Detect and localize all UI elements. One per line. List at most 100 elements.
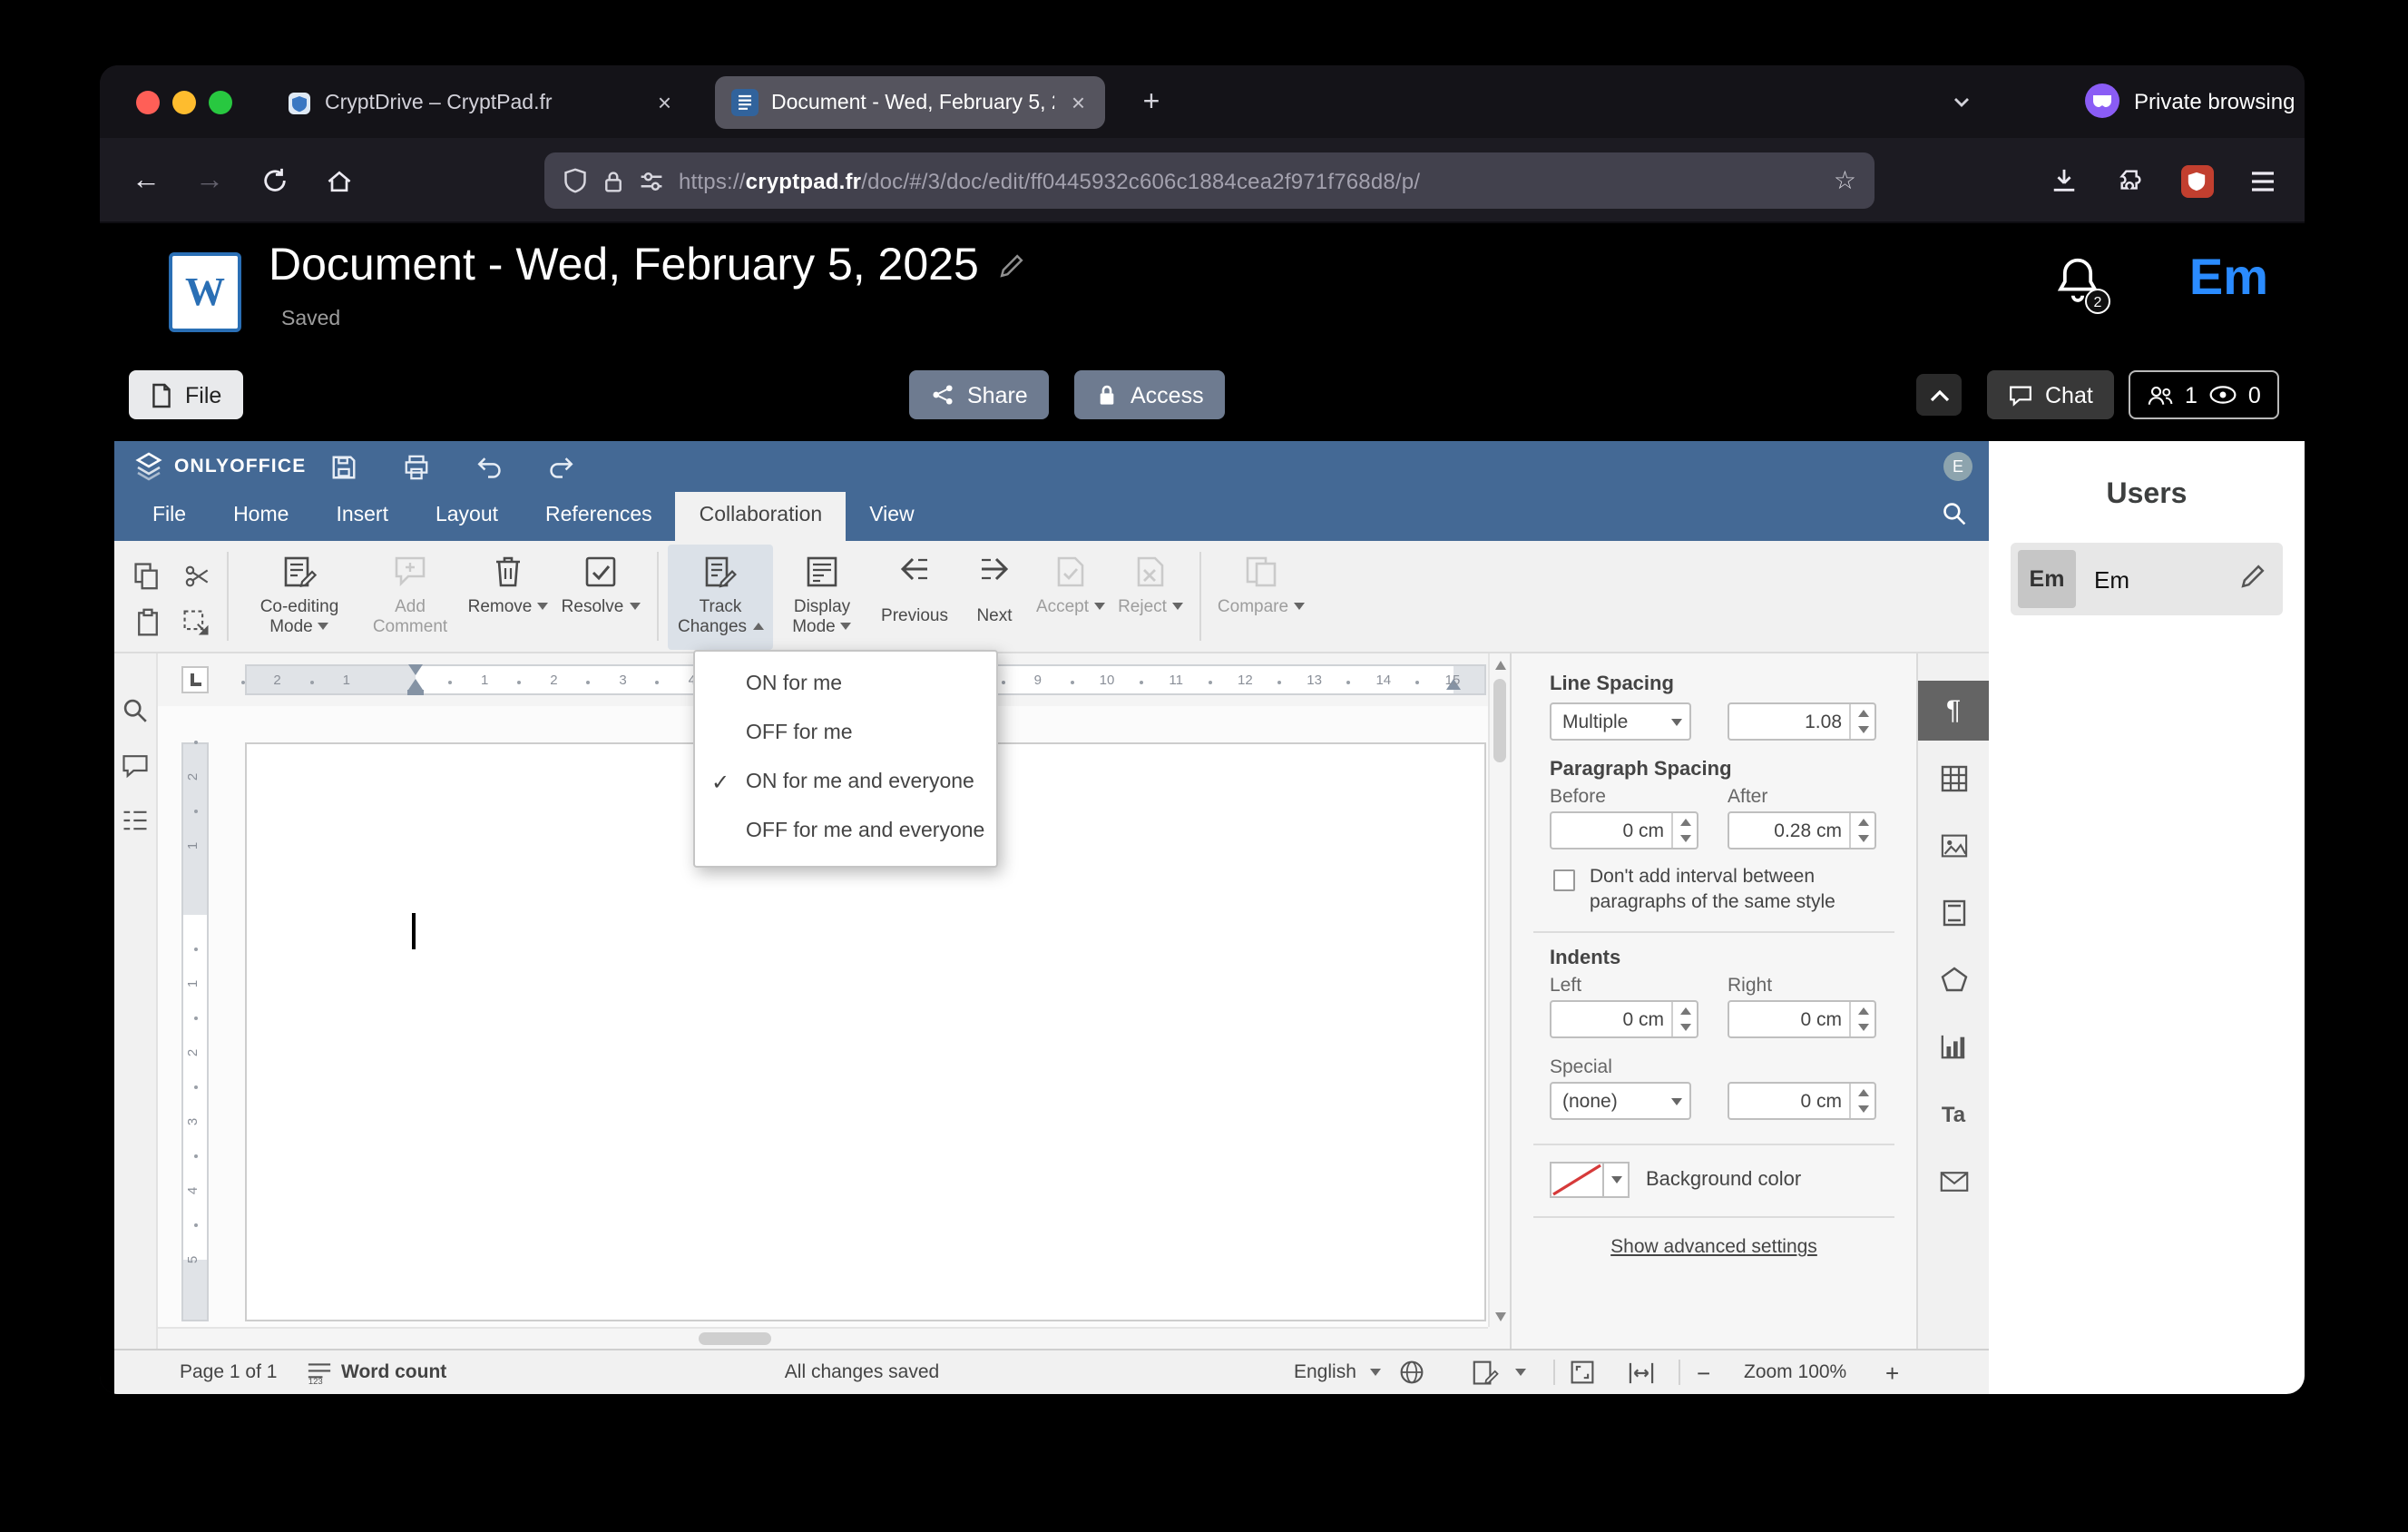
no-interval-checkbox[interactable] — [1553, 869, 1575, 891]
zoom-out-button[interactable]: − — [1697, 1350, 1710, 1394]
spacing-after-spinner[interactable]: 0.28 cm — [1728, 811, 1876, 849]
paragraph-settings-icon[interactable]: ¶ — [1917, 681, 1990, 741]
track-menu-item-off-for-me[interactable]: ✓ OFF for me — [695, 710, 996, 759]
spinner-up-icon[interactable] — [1851, 1002, 1875, 1019]
line-spacing-select[interactable]: Multiple — [1550, 702, 1691, 741]
user-card[interactable]: Em Em — [2011, 543, 2283, 615]
list-tabs-chevron-icon[interactable] — [1951, 91, 1972, 113]
select-all-icon[interactable] — [174, 601, 218, 644]
spinner-up-icon[interactable] — [1673, 813, 1697, 830]
horizontal-scrollbar[interactable] — [158, 1327, 1488, 1349]
image-settings-icon[interactable] — [1917, 815, 1990, 875]
hanging-indent-marker[interactable] — [408, 679, 423, 690]
share-button[interactable]: Share — [909, 370, 1050, 419]
zoom-in-button[interactable]: + — [1885, 1350, 1899, 1394]
scroll-down-arrow[interactable] — [1490, 1305, 1510, 1327]
spinner-down-icon[interactable] — [1851, 1101, 1875, 1118]
background-color-swatch[interactable] — [1550, 1162, 1604, 1198]
user-count-widget[interactable]: 1 0 — [2129, 370, 2279, 419]
scroll-up-arrow[interactable] — [1490, 653, 1510, 675]
tab-stop-selector[interactable] — [181, 666, 209, 693]
shape-settings-icon[interactable] — [1917, 949, 1990, 1009]
accept-button[interactable]: Accept — [1031, 545, 1111, 650]
lock-icon[interactable] — [602, 168, 624, 193]
indent-left-spinner[interactable]: 0 cm — [1550, 1000, 1698, 1038]
track-menu-item-on-for-everyone[interactable]: ✓ ON for me and everyone — [695, 759, 996, 808]
editor-search-icon[interactable] — [1942, 501, 1967, 526]
word-count-button[interactable]: 123 Word count — [307, 1350, 446, 1394]
extensions-puzzle-icon[interactable] — [2109, 158, 2154, 203]
tab-cryptdrive[interactable]: CryptDrive – CryptPad.fr × — [269, 76, 691, 129]
save-icon[interactable] — [321, 450, 365, 483]
menu-home[interactable]: Home — [210, 492, 312, 541]
vertical-scrollbar[interactable] — [1488, 653, 1510, 1327]
horizontal-scroll-thumb[interactable] — [699, 1332, 771, 1345]
spacing-before-spinner[interactable]: 0 cm — [1550, 811, 1698, 849]
reload-icon[interactable] — [252, 158, 298, 203]
back-icon[interactable]: ← — [123, 158, 169, 203]
reject-button[interactable]: Reject — [1111, 545, 1190, 650]
track-menu-item-on-for-me[interactable]: ✓ ON for me — [695, 661, 996, 710]
menu-collaboration[interactable]: Collaboration — [675, 492, 847, 541]
spinner-down-icon[interactable] — [1673, 1019, 1697, 1036]
vertical-scroll-thumb[interactable] — [1493, 679, 1506, 762]
track-changes-button[interactable]: Track Changes — [668, 545, 773, 650]
display-mode-button[interactable]: Display Mode — [773, 545, 871, 650]
spinner-up-icon[interactable] — [1851, 704, 1875, 722]
menu-layout[interactable]: Layout — [412, 492, 522, 541]
track-changes-status-icon[interactable] — [1472, 1350, 1526, 1394]
special-select[interactable]: (none) — [1550, 1082, 1691, 1120]
tab-close-icon[interactable]: × — [654, 89, 675, 116]
fit-page-icon[interactable] — [1570, 1350, 1595, 1394]
first-line-indent-marker[interactable] — [408, 664, 423, 675]
permissions-icon[interactable] — [639, 168, 664, 193]
maximize-window-button[interactable] — [209, 91, 232, 114]
spellcheck-globe-icon[interactable] — [1399, 1350, 1424, 1394]
spinner-up-icon[interactable] — [1851, 1084, 1875, 1101]
coediting-mode-button[interactable]: Co-editing Mode — [241, 545, 357, 650]
advanced-settings-link[interactable]: Show advanced settings — [1512, 1236, 1916, 1258]
chat-button[interactable]: Chat — [1987, 370, 2115, 419]
line-spacing-amount-spinner[interactable]: 1.08 — [1728, 702, 1876, 741]
tracking-shield-icon[interactable] — [563, 167, 588, 194]
fit-width-icon[interactable] — [1628, 1350, 1655, 1394]
copy-icon[interactable] — [125, 554, 169, 597]
new-tab-button[interactable]: + — [1131, 82, 1172, 123]
zoom-level[interactable]: Zoom 100% — [1744, 1350, 1846, 1394]
mailmerge-settings-icon[interactable] — [1917, 1151, 1990, 1211]
edit-user-pencil-icon[interactable] — [2239, 563, 2266, 590]
next-change-button[interactable]: Next — [958, 545, 1031, 650]
spinner-up-icon[interactable] — [1673, 1002, 1697, 1019]
comments-panel-icon[interactable] — [122, 753, 149, 779]
undo-icon[interactable] — [466, 450, 510, 483]
left-indent-marker[interactable] — [407, 690, 424, 695]
navigation-headings-icon[interactable] — [122, 808, 149, 833]
redo-icon[interactable] — [541, 450, 584, 483]
resolve-button[interactable]: Resolve — [553, 545, 648, 650]
spinner-up-icon[interactable] — [1851, 813, 1875, 830]
spinner-down-icon[interactable] — [1851, 1019, 1875, 1036]
remove-button[interactable]: Remove — [463, 545, 553, 650]
background-color-caret[interactable] — [1604, 1162, 1630, 1198]
spinner-down-icon[interactable] — [1851, 722, 1875, 739]
textart-settings-icon[interactable]: Ta — [1917, 1084, 1990, 1144]
downloads-icon[interactable] — [2041, 158, 2087, 203]
table-settings-icon[interactable] — [1917, 748, 1990, 808]
headerfooter-settings-icon[interactable] — [1917, 882, 1990, 942]
add-comment-button[interactable]: Add Comment — [357, 545, 463, 650]
collapse-toolbar-chevron-icon[interactable] — [1916, 374, 1962, 416]
compare-button[interactable]: Compare — [1210, 545, 1312, 650]
bookmark-star-icon[interactable]: ☆ — [1834, 165, 1856, 196]
track-menu-item-off-for-everyone[interactable]: ✓ OFF for me and everyone — [695, 808, 996, 857]
spinner-down-icon[interactable] — [1851, 830, 1875, 848]
account-avatar[interactable]: Em — [2189, 249, 2268, 307]
minimize-window-button[interactable] — [172, 91, 196, 114]
url-text[interactable]: https://cryptpad.fr/doc/#/3/doc/edit/ff0… — [679, 168, 1819, 193]
menu-references[interactable]: References — [522, 492, 676, 541]
tab-document[interactable]: Document - Wed, February 5, 2 × — [715, 76, 1105, 129]
forward-icon[interactable]: → — [187, 158, 232, 203]
tab-close-icon[interactable]: × — [1068, 89, 1089, 116]
editor-user-avatar[interactable]: E — [1943, 452, 1972, 481]
cut-icon[interactable] — [174, 554, 218, 597]
menu-view[interactable]: View — [846, 492, 937, 541]
